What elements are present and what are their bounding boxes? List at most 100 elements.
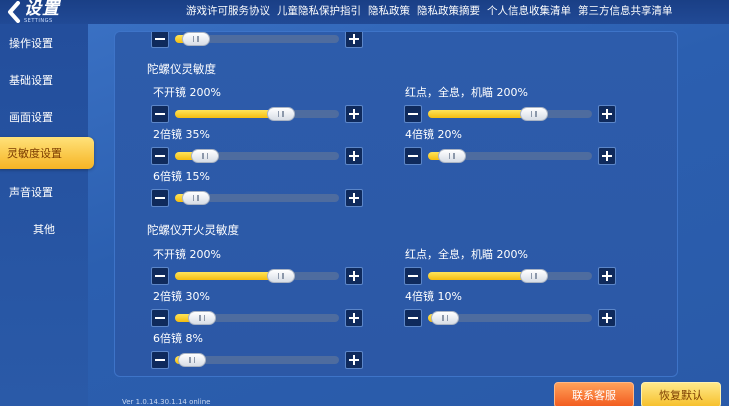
minus-button[interactable] (151, 267, 169, 285)
link-third-party-list[interactable]: 第三方信息共享清单 (578, 3, 673, 18)
slider-fill (428, 110, 534, 118)
slider-label: 不开镜 200% (153, 86, 221, 99)
slider-label: 6倍镜 8% (153, 332, 203, 345)
slider-knob[interactable] (431, 311, 460, 325)
slider-track[interactable] (175, 32, 339, 46)
version-text: Ver 1.0.14.30.1.14 online (122, 398, 211, 406)
slider-knob[interactable] (437, 149, 466, 163)
section-title-gyro-fire: 陀螺仪开火灵敏度 (147, 223, 239, 237)
link-privacy-summary[interactable]: 隐私政策摘要 (417, 3, 480, 18)
plus-button[interactable] (345, 351, 363, 369)
plus-button[interactable] (345, 32, 363, 48)
slider-track[interactable] (175, 353, 339, 367)
plus-icon (349, 271, 359, 281)
slider-fill (428, 272, 534, 280)
minus-button[interactable] (151, 32, 169, 48)
sidebar: 操作设置 基础设置 画面设置 灵敏度设置 声音设置 其他 (0, 24, 94, 406)
minus-button[interactable] (151, 351, 169, 369)
plus-button[interactable] (345, 309, 363, 327)
slider-fire-2x[interactable] (151, 309, 363, 327)
contact-support-button[interactable]: 联系客服 (554, 382, 634, 406)
minus-icon (408, 317, 418, 319)
slider-gyro-2x[interactable] (151, 147, 363, 165)
slider-track[interactable] (428, 149, 592, 163)
minus-button[interactable] (151, 105, 169, 123)
slider-fire-no-scope[interactable] (151, 267, 363, 285)
minus-button[interactable] (404, 105, 422, 123)
link-game-license[interactable]: 游戏许可服务协议 (186, 3, 270, 18)
sidebar-item-sensitivity[interactable]: 灵敏度设置 (0, 137, 94, 169)
sidebar-item-label: 画面设置 (9, 111, 53, 124)
plus-icon (349, 355, 359, 365)
plus-button[interactable] (598, 147, 616, 165)
sidebar-item-graphics[interactable]: 画面设置 (0, 101, 88, 133)
sidebar-item-sound[interactable]: 声音设置 (0, 176, 88, 208)
plus-button[interactable] (345, 189, 363, 207)
plus-icon (349, 151, 359, 161)
minus-icon (155, 359, 165, 361)
sidebar-item-other[interactable]: 其他 (0, 213, 88, 245)
slider-knob[interactable] (266, 269, 295, 283)
slider-gyro-red-dot[interactable] (404, 105, 616, 123)
top-bar: 设置 SETTINGS 游戏许可服务协议 儿童隐私保护指引 隐私政策 隐私政策摘… (0, 0, 729, 24)
slider-label: 4倍镜 10% (405, 290, 462, 303)
plus-icon (602, 109, 612, 119)
settings-subtitle: SETTINGS (24, 17, 53, 24)
slider-track[interactable] (175, 191, 339, 205)
plus-icon (349, 34, 359, 44)
plus-icon (349, 193, 359, 203)
slider-gyro-6x[interactable] (151, 189, 363, 207)
plus-icon (602, 151, 612, 161)
plus-button[interactable] (598, 105, 616, 123)
slider-label: 2倍镜 30% (153, 290, 210, 303)
link-personal-info-list[interactable]: 个人信息收集清单 (487, 3, 571, 18)
slider-knob[interactable] (181, 32, 210, 46)
minus-button[interactable] (404, 309, 422, 327)
plus-button[interactable] (345, 147, 363, 165)
slider-track[interactable] (175, 269, 339, 283)
slider-knob[interactable] (178, 353, 207, 367)
slider-knob[interactable] (266, 107, 295, 121)
link-child-privacy[interactable]: 儿童隐私保护指引 (277, 3, 361, 18)
minus-icon (408, 155, 418, 157)
slider-gyro-no-scope[interactable] (151, 105, 363, 123)
back-button[interactable]: 设置 SETTINGS (0, 0, 82, 24)
sidebar-item-operation[interactable]: 操作设置 (0, 27, 88, 59)
minus-button[interactable] (151, 189, 169, 207)
slider-fire-red-dot[interactable] (404, 267, 616, 285)
slider-knob[interactable] (191, 149, 220, 163)
plus-button[interactable] (345, 267, 363, 285)
minus-icon (155, 113, 165, 115)
slider-knob[interactable] (188, 311, 217, 325)
sidebar-item-label: 操作设置 (9, 37, 53, 50)
link-privacy-policy[interactable]: 隐私政策 (368, 3, 410, 18)
minus-icon (155, 317, 165, 319)
slider-track[interactable] (428, 107, 592, 121)
minus-button[interactable] (151, 309, 169, 327)
plus-button[interactable] (598, 309, 616, 327)
sidebar-item-basic[interactable]: 基础设置 (0, 64, 88, 96)
slider-knob[interactable] (181, 191, 210, 205)
slider-track[interactable] (428, 311, 592, 325)
plus-button[interactable] (345, 105, 363, 123)
slider-fire-4x[interactable] (404, 309, 616, 327)
slider-fire-6x[interactable] (151, 351, 363, 369)
minus-icon (155, 197, 165, 199)
slider-gyro-4x[interactable] (404, 147, 616, 165)
minus-button[interactable] (151, 147, 169, 165)
slider-track[interactable] (175, 311, 339, 325)
sidebar-item-label: 其他 (33, 223, 55, 236)
plus-button[interactable] (598, 267, 616, 285)
restore-defaults-button[interactable]: 恢复默认 (641, 382, 721, 406)
slider-track[interactable] (175, 107, 339, 121)
minus-button[interactable] (404, 267, 422, 285)
slider-knob[interactable] (519, 107, 548, 121)
minus-button[interactable] (404, 147, 422, 165)
slider-track[interactable] (428, 269, 592, 283)
slider-label: 不开镜 200% (153, 248, 221, 261)
slider-partial-top[interactable] (151, 32, 363, 48)
minus-icon (155, 155, 165, 157)
slider-track[interactable] (175, 149, 339, 163)
slider-knob[interactable] (519, 269, 548, 283)
sidebar-item-label: 基础设置 (9, 74, 53, 87)
